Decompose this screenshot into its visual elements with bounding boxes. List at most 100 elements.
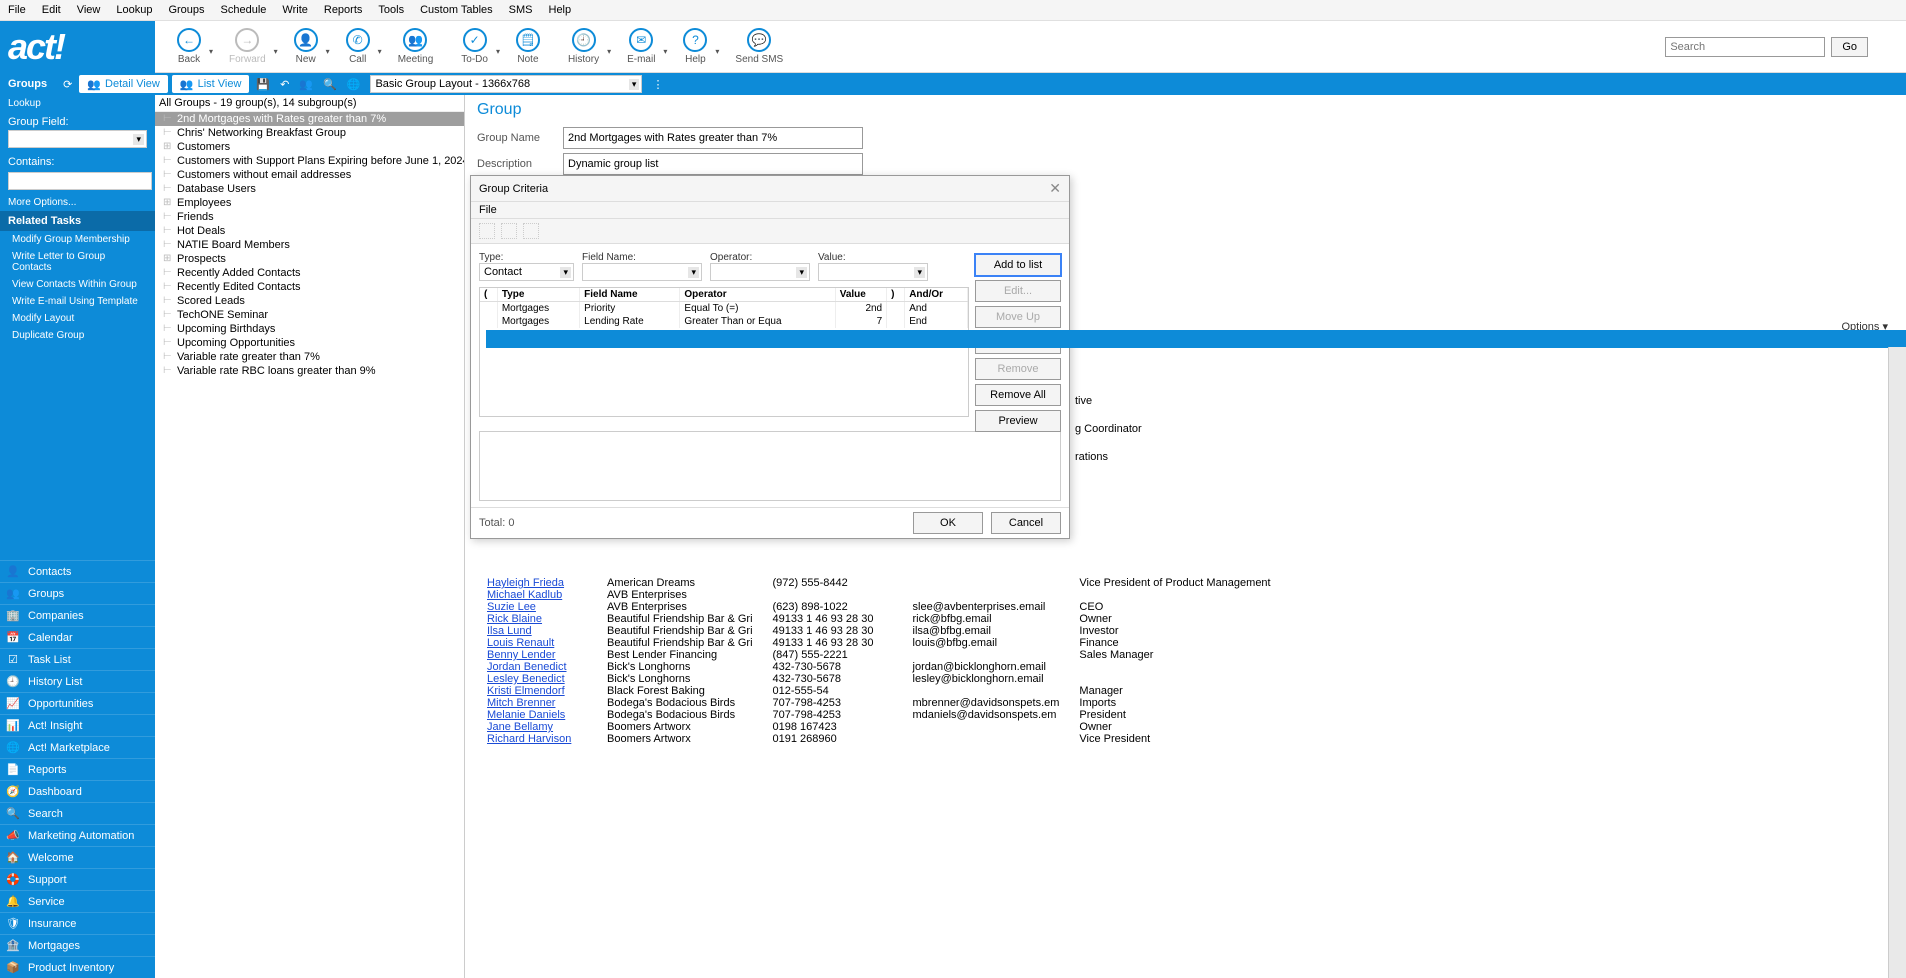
contact-name-link[interactable]: Rick Blaine <box>487 613 542 625</box>
send-sms-button[interactable]: 💬Send SMS <box>721 21 797 72</box>
dialog-open-icon[interactable] <box>501 223 517 239</box>
contact-name-link[interactable]: Jordan Benedict <box>487 661 567 673</box>
menu-sms[interactable]: SMS <box>509 4 533 16</box>
tree-item[interactable]: Customers without email addresses <box>155 168 464 182</box>
contact-row[interactable]: Louis RenaultBeautiful Friendship Bar & … <box>477 637 1281 649</box>
search-input[interactable] <box>1665 37 1825 57</box>
tree-item[interactable]: NATIE Board Members <box>155 238 464 252</box>
field-select[interactable] <box>582 263 702 281</box>
nav-marketing-automation[interactable]: 📣Marketing Automation <box>0 824 155 846</box>
contact-row[interactable]: Mitch BrennerBodega's Bodacious Birds707… <box>477 697 1281 709</box>
nav-opportunities[interactable]: 📈Opportunities <box>0 692 155 714</box>
dialog-file-menu[interactable]: File <box>479 204 497 216</box>
tree-item[interactable]: Variable rate RBC loans greater than 9% <box>155 364 464 378</box>
contact-row[interactable]: Ilsa LundBeautiful Friendship Bar & Gri4… <box>477 625 1281 637</box>
contains-input[interactable] <box>8 172 152 190</box>
menu-tools[interactable]: Tools <box>378 4 404 16</box>
contact-row[interactable]: Suzie LeeAVB Enterprises(623) 898-1022sl… <box>477 601 1281 613</box>
note-button[interactable]: 🗒Note <box>502 21 554 72</box>
nav-support[interactable]: 🛟Support <box>0 868 155 890</box>
related-write-e-mail-using-template[interactable]: Write E-mail Using Template <box>0 293 155 310</box>
contact-row[interactable]: Kristi ElmendorfBlack Forest Baking012-5… <box>477 685 1281 697</box>
contact-row[interactable]: Lesley BenedictBick's Longhorns432-730-5… <box>477 673 1281 685</box>
world-icon[interactable]: 🌐 <box>343 78 365 91</box>
tree-item[interactable]: Upcoming Opportunities <box>155 336 464 350</box>
contact-row[interactable]: Hayleigh FriedaAmerican Dreams(972) 555-… <box>477 577 1281 589</box>
nav-reports[interactable]: 📄Reports <box>0 758 155 780</box>
criteria-row[interactable]: MortgagesPriorityEqual To (=)2ndAnd <box>480 302 968 316</box>
add-to-list-button[interactable]: Add to list <box>975 254 1061 276</box>
more-options-link[interactable]: More Options... <box>0 194 155 211</box>
menu-groups[interactable]: Groups <box>168 4 204 16</box>
tree-item[interactable]: Prospects <box>155 252 464 266</box>
new-button[interactable]: 👤New▾ <box>280 21 332 72</box>
tab-list-view[interactable]: 👥List View <box>172 75 250 93</box>
nav-groups[interactable]: 👥Groups <box>0 582 155 604</box>
related-duplicate-group[interactable]: Duplicate Group <box>0 327 155 344</box>
contact-name-link[interactable]: Mitch Brenner <box>487 697 555 709</box>
nav-welcome[interactable]: 🏠Welcome <box>0 846 155 868</box>
tree-item[interactable]: Chris' Networking Breakfast Group <box>155 126 464 140</box>
tree-item[interactable]: Variable rate greater than 7% <box>155 350 464 364</box>
contact-row[interactable]: Rick BlaineBeautiful Friendship Bar & Gr… <box>477 613 1281 625</box>
criteria-textarea[interactable] <box>479 431 1061 501</box>
save-icon[interactable]: 💾 <box>252 78 274 91</box>
nav-service[interactable]: 🔔Service <box>0 890 155 912</box>
tree-item[interactable]: Database Users <box>155 182 464 196</box>
menu-edit[interactable]: Edit <box>42 4 61 16</box>
tab-detail-view[interactable]: 👥Detail View <box>79 75 168 93</box>
help-button[interactable]: ?Help▾ <box>669 21 721 72</box>
move-up-button[interactable]: Move Up <box>975 306 1061 328</box>
contact-row[interactable]: Jordan BenedictBick's Longhorns432-730-5… <box>477 661 1281 673</box>
nav-insurance[interactable]: 🛡Insurance <box>0 912 155 934</box>
refresh-icon[interactable]: ⟳ <box>59 78 76 91</box>
menu-custom-tables[interactable]: Custom Tables <box>420 4 493 16</box>
contact-name-link[interactable]: Melanie Daniels <box>487 709 565 721</box>
related-write-letter-to-group-contacts[interactable]: Write Letter to Group Contacts <box>0 248 155 276</box>
contact-name-link[interactable]: Suzie Lee <box>487 601 536 613</box>
contact-name-link[interactable]: Kristi Elmendorf <box>487 685 565 697</box>
value-select[interactable] <box>818 263 928 281</box>
related-modify-group-membership[interactable]: Modify Group Membership <box>0 231 155 248</box>
tree-item[interactable]: Upcoming Birthdays <box>155 322 464 336</box>
remove-all-button[interactable]: Remove All <box>975 384 1061 406</box>
contact-name-link[interactable]: Michael Kadlub <box>487 589 562 601</box>
contact-row[interactable]: Jane BellamyBoomers Artworx0198 167423Ow… <box>477 721 1281 733</box>
tree-item[interactable]: Hot Deals <box>155 224 464 238</box>
lookup-label[interactable]: Lookup <box>0 95 155 112</box>
group-field-select[interactable]: Group Name <box>8 130 147 148</box>
group-name-input[interactable] <box>563 127 863 149</box>
related-modify-layout[interactable]: Modify Layout <box>0 310 155 327</box>
criteria-grid[interactable]: (TypeField NameOperatorValue)And/Or Mort… <box>479 287 969 417</box>
contact-row[interactable]: Benny LenderBest Lender Financing(847) 5… <box>477 649 1281 661</box>
layout-select[interactable]: Basic Group Layout - 1366x768 <box>370 75 642 93</box>
contact-row[interactable]: Melanie DanielsBodega's Bodacious Birds7… <box>477 709 1281 721</box>
related-view-contacts-within-group[interactable]: View Contacts Within Group <box>0 276 155 293</box>
menu-schedule[interactable]: Schedule <box>221 4 267 16</box>
meeting-button[interactable]: 👥Meeting <box>384 21 448 72</box>
dialog-close-icon[interactable]: ✕ <box>1049 180 1061 197</box>
contact-name-link[interactable]: Hayleigh Frieda <box>487 577 564 589</box>
contact-name-link[interactable]: Ilsa Lund <box>487 625 532 637</box>
e-mail-button[interactable]: ✉E-mail▾ <box>613 21 669 72</box>
preview-button[interactable]: Preview <box>975 410 1061 432</box>
contact-name-link[interactable]: Louis Renault <box>487 637 554 649</box>
menu-view[interactable]: View <box>77 4 101 16</box>
search-icon[interactable]: 🔍 <box>319 78 341 91</box>
overflow-icon[interactable]: ⋮ <box>648 78 667 91</box>
group-desc-input[interactable] <box>563 153 863 175</box>
ok-button[interactable]: OK <box>913 512 983 534</box>
history-button[interactable]: 🕘History▾ <box>554 21 613 72</box>
criteria-row[interactable]: MortgagesLending RateGreater Than or Equ… <box>480 315 968 328</box>
remove-button[interactable]: Remove <box>975 358 1061 380</box>
people-icon[interactable]: 👥 <box>295 78 317 91</box>
call-button[interactable]: ✆Call▾ <box>332 21 384 72</box>
tree-item[interactable]: Recently Added Contacts <box>155 266 464 280</box>
nav-search[interactable]: 🔍Search <box>0 802 155 824</box>
menu-reports[interactable]: Reports <box>324 4 363 16</box>
type-select[interactable]: Contact <box>479 263 574 281</box>
contact-name-link[interactable]: Lesley Benedict <box>487 673 565 685</box>
cancel-button[interactable]: Cancel <box>991 512 1061 534</box>
dialog-save-icon[interactable] <box>523 223 539 239</box>
tree-item[interactable]: 2nd Mortgages with Rates greater than 7% <box>155 112 464 126</box>
